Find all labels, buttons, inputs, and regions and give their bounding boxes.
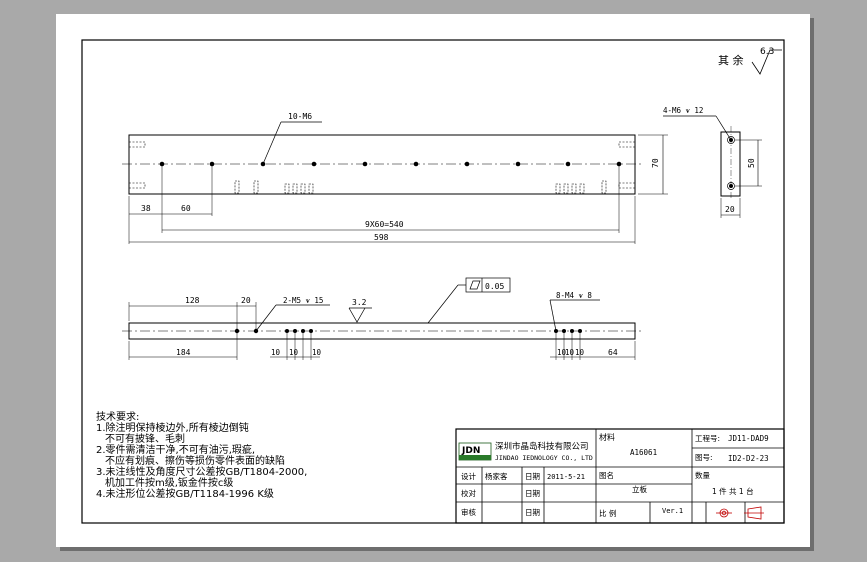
end-view: 4-M6 ⩛ 12 50 20 [663, 106, 762, 218]
hole-m6 [464, 161, 470, 167]
tech-note-line: 1.除注明保持棱边外,所有棱边倒钝 [96, 421, 249, 434]
roughness-other-label: 其 余 [718, 53, 744, 67]
designer-name: 杨家客 [485, 471, 508, 481]
drawing-no-label: 图号: [695, 453, 713, 462]
hole-m6 [565, 161, 571, 167]
scale-label: 比 例 [599, 508, 616, 518]
dim-hole-spacing: 50 [747, 158, 756, 168]
company-cn: 深圳市晶岛科技有限公司 [495, 441, 589, 452]
check-date-label: 日期 [525, 489, 540, 498]
flatness-symbol-icon [469, 280, 481, 290]
tech-note-line: 4.未注形位公差按GB/T1184-1996 K级 [96, 487, 274, 500]
name-value: 立板 [632, 484, 647, 494]
top-hole-callout: 10-M6 [288, 112, 312, 121]
front-callout-right: 8-M4 ⩛ 8 [556, 291, 592, 300]
roughness-value: 6.3 [760, 47, 774, 57]
top-view-holes [159, 161, 622, 167]
hole-m6 [413, 161, 419, 167]
tech-note-line: 3.未注线性及角度尺寸公差按GB/T1804-2000, [96, 465, 307, 478]
top-view-outline [128, 134, 636, 195]
material-value: A16061 [630, 448, 657, 457]
projection-symbol-icon [716, 506, 764, 520]
front-view: 128 20 2-M5 ⩛ 15 3.2 0.05 8-M4 ⩛ 8 184 1… [122, 277, 642, 360]
hole-m6 [159, 161, 165, 167]
tech-notes-title: 技术要求: [96, 410, 139, 423]
dim-width: 20 [725, 205, 735, 214]
dim-first-pitch: 60 [181, 204, 191, 213]
hole-m6 [209, 161, 215, 167]
hole-m6 [616, 161, 622, 167]
front-callout-left: 2-M5 ⩛ 15 [283, 296, 323, 305]
top-view: 10-M6 70 38 60 9X60=540 598 [122, 112, 668, 244]
logo-text: JDN [461, 446, 480, 456]
design-label: 设计 [461, 471, 476, 481]
version-label: Ver.1 [662, 507, 683, 515]
approve-date-label: 日期 [525, 508, 540, 517]
approve-label: 审核 [461, 507, 476, 517]
dim-right-10-c: 10 [575, 348, 585, 357]
name-label: 图名 [599, 470, 614, 480]
tech-note-line: 2.零件需清洁干净,不可有油污,瑕疵, [96, 443, 255, 456]
hole-m6 [362, 161, 368, 167]
company-en: JINDAO IEDNOLOGY CO., LTD [495, 454, 593, 462]
quantity-label: 数量 [695, 470, 710, 480]
dim-left-10-b: 10 [289, 348, 299, 357]
dim-overall-length: 598 [374, 233, 389, 242]
dim-left-10-c: 10 [312, 348, 322, 357]
tech-note-line: 不应有划痕、擦伤等损伤零件表面的缺陷 [105, 454, 285, 467]
drawing-no-value: ID2-D2-23 [728, 454, 769, 463]
dim-184: 184 [176, 348, 191, 357]
flatness-value: 0.05 [485, 282, 504, 291]
project-label: 工程号: [695, 434, 720, 443]
dim-spacing-20: 20 [241, 296, 251, 305]
dim-left-offset: 128 [185, 296, 200, 305]
dim-height: 70 [651, 158, 660, 168]
tech-note-line: 不可有披锋、毛刺 [105, 432, 185, 445]
dim-left-edge: 38 [141, 204, 151, 213]
dim-right-10-b: 10 [565, 348, 575, 357]
date-label: 日期 [525, 472, 540, 481]
drawing-canvas: 其 余 6.3 10-M6 70 38 60 9X60=540 598 4-M6… [81, 39, 785, 524]
material-label: 材料 [599, 432, 615, 442]
hole-m6 [311, 161, 317, 167]
title-block: JDN 深圳市晶岛科技有限公司 JINDAO IEDNOLOGY CO., LT… [455, 428, 785, 524]
project-value: JD11-DAD9 [728, 434, 769, 443]
technical-requirements: 技术要求: 1.除注明保持棱边外,所有棱边倒钝 不可有披锋、毛刺 2.零件需清洁… [96, 410, 307, 500]
hole-m6 [515, 161, 521, 167]
dim-pitch-total: 9X60=540 [365, 220, 404, 229]
roughness-general: 其 余 6.3 [718, 47, 782, 75]
check-label: 校对 [461, 488, 476, 498]
dim-64: 64 [608, 348, 618, 357]
tech-note-line: 机加工件按m级,钣金件按c级 [105, 476, 233, 489]
end-hole-callout: 4-M6 ⩛ 12 [663, 106, 703, 115]
front-roughness-value: 3.2 [352, 298, 367, 307]
dim-left-10-a: 10 [271, 348, 281, 357]
date-value: 2011-5-21 [547, 473, 585, 481]
quantity-value: 1 件 共 1 台 [712, 486, 754, 496]
